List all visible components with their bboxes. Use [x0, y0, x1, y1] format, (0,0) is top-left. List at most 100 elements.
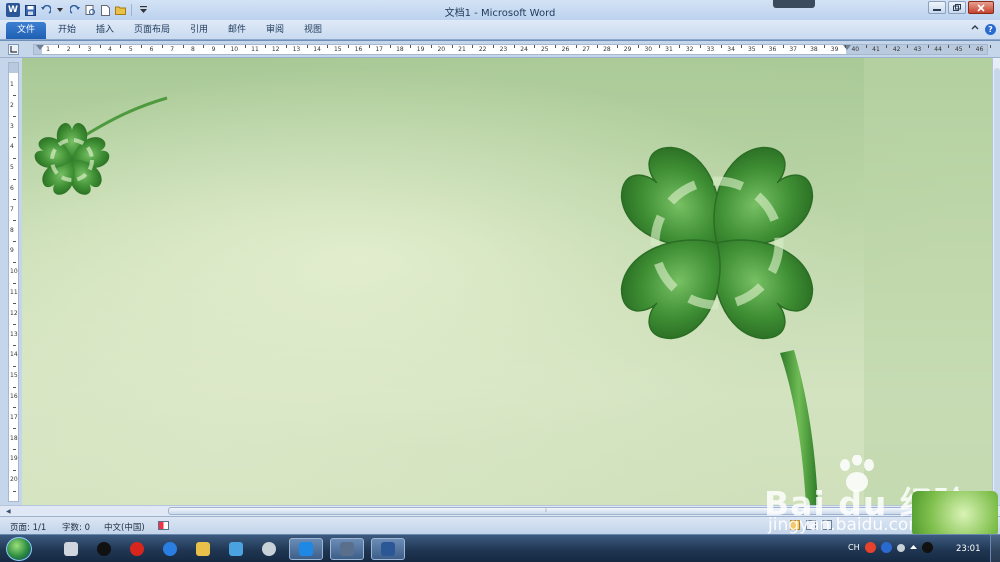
help-icon[interactable]: ? — [985, 24, 996, 35]
clover-background-image — [34, 58, 992, 505]
ruler-tick — [762, 45, 764, 48]
input-language-indicator[interactable]: CH — [848, 543, 860, 552]
ruler-tick — [286, 45, 288, 48]
minimize-button[interactable] — [928, 1, 946, 14]
taskbar-clock[interactable]: 23:01 — [956, 544, 981, 554]
watermark-url: jingyan.baidu.com — [768, 515, 925, 535]
ruler-number: 42 — [892, 46, 901, 53]
status-language[interactable]: 中文(中国) — [104, 521, 145, 533]
ruler-tick — [13, 428, 16, 430]
tab-review[interactable]: 审阅 — [260, 22, 290, 39]
ruler-number: 9 — [211, 46, 216, 53]
show-desktop-button[interactable] — [990, 535, 1000, 562]
ruler-tick — [389, 45, 391, 48]
ruler-number: 35 — [747, 46, 756, 53]
ruler-number: 5 — [128, 46, 133, 53]
ruler-tick — [13, 407, 16, 409]
ruler-tick — [907, 45, 909, 48]
taskbar-remote-icon[interactable] — [330, 538, 364, 560]
taskbar-media-player-icon[interactable] — [256, 538, 282, 560]
document-page[interactable] — [22, 58, 992, 505]
tab-file[interactable]: 文件 — [6, 22, 46, 39]
background-strip — [864, 58, 992, 505]
start-button[interactable] — [6, 537, 32, 561]
ruler-number: 1 — [10, 81, 14, 88]
small-clover-stem — [83, 96, 168, 138]
ruler-tick — [410, 45, 412, 48]
ruler-tick — [927, 45, 929, 48]
tab-selector-button[interactable] — [8, 44, 19, 55]
taskbar-sogou-icon[interactable] — [289, 538, 323, 560]
close-button[interactable] — [968, 1, 994, 14]
show-hidden-icons-icon[interactable] — [909, 543, 917, 553]
ruler-number: 40 — [851, 46, 860, 53]
ruler-number: 18 — [396, 46, 404, 53]
ruler-tick — [182, 45, 184, 48]
ruler-number: 26 — [561, 46, 570, 53]
taskbar-calculator-icon[interactable] — [58, 538, 84, 560]
sogou-input-icon[interactable] — [864, 542, 876, 553]
ruler-number: 12 — [271, 46, 280, 53]
baidu-watermark: Bai du 经验 jingyan.baidu.com — [760, 455, 1000, 537]
taskbar-netease-music-icon[interactable] — [124, 538, 150, 560]
ruler-number: 21 — [458, 46, 466, 53]
ruler-tick — [969, 45, 971, 48]
ruler-number: 8 — [190, 46, 195, 53]
horizontal-ruler[interactable]: 1 2 3 4 5 6 7 8 9 10 11 12 13 14 15 16 17 18 19 20 21 22 23 24 2… — [33, 44, 991, 55]
tab-home[interactable]: 开始 — [52, 22, 82, 39]
tab-mailings[interactable]: 邮件 — [222, 22, 252, 39]
taskbar-pinned-apps — [58, 538, 405, 560]
first-line-indent-marker[interactable] — [36, 45, 44, 50]
ruler-tick — [658, 45, 660, 48]
ruler-tick — [493, 45, 495, 48]
ruler-number: 41 — [872, 46, 880, 53]
ruler-tick — [265, 45, 267, 48]
vertical-scrollbar[interactable] — [992, 58, 1000, 508]
ruler-number: 17 — [10, 413, 18, 421]
ruler-number: 37 — [789, 46, 798, 53]
tab-view[interactable]: 视图 — [298, 22, 328, 39]
ruler-tick — [161, 45, 163, 48]
ruler-number: 22 — [478, 46, 487, 53]
taskbar-photo-viewer-icon[interactable] — [223, 538, 249, 560]
tray-help-icon[interactable] — [880, 542, 892, 553]
tray-qq-icon[interactable] — [921, 542, 933, 553]
ruler-tick — [451, 45, 453, 48]
ruler-number: 16 — [10, 393, 18, 400]
ruler-number: 36 — [768, 46, 777, 53]
expand-ribbon-icon[interactable] — [971, 24, 979, 35]
ruler-number: 44 — [934, 46, 942, 53]
taskbar-360-icon[interactable] — [157, 538, 183, 560]
status-word-count[interactable]: 字数: 0 — [62, 521, 90, 533]
tray-settings-icon[interactable] — [896, 543, 905, 552]
ruler-number: 19 — [416, 46, 425, 53]
ruler-tick — [782, 45, 784, 48]
ruler-tick — [534, 45, 536, 48]
ruler-tick — [13, 282, 16, 284]
status-page-count[interactable]: 页面: 1/1 — [10, 521, 46, 533]
vertical-scroll-thumb[interactable] — [994, 68, 1000, 508]
ruler-tick — [13, 116, 16, 118]
ruler-number: 14 — [313, 46, 321, 53]
taskbar-explorer-icon[interactable] — [190, 538, 216, 560]
tab-page-layout[interactable]: 页面布局 — [128, 22, 176, 39]
ruler-tick — [886, 45, 888, 48]
ruler-top-margin — [9, 63, 18, 73]
ruler-tick — [700, 45, 702, 48]
tab-references[interactable]: 引用 — [184, 22, 214, 39]
macro-recording-icon[interactable] — [158, 521, 169, 530]
restore-button[interactable] — [948, 1, 966, 14]
ruler-tick — [223, 45, 225, 48]
scroll-left-arrow-icon[interactable]: ◀ — [6, 508, 11, 515]
ruler-tick — [513, 45, 515, 48]
taskbar-qq-icon[interactable] — [91, 538, 117, 560]
ruler-number: 30 — [644, 46, 653, 53]
language-bar-tab[interactable] — [773, 0, 815, 8]
window-controls — [928, 1, 994, 14]
taskbar-word-icon[interactable] — [371, 538, 405, 560]
ruler-number: 15 — [333, 46, 342, 53]
ruler-number: 4 — [108, 46, 113, 53]
ruler-number: 4 — [10, 143, 14, 151]
vertical-ruler[interactable]: 1 2 3 4 5 6 7 8 9 10 11 12 13 14 15 16 17 18 19 20 — [8, 62, 19, 502]
tab-insert[interactable]: 插入 — [90, 22, 120, 39]
